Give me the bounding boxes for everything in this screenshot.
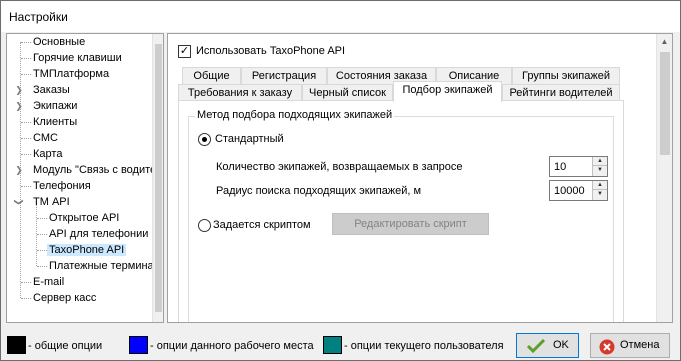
tree-items: Основные Горячие клавиши ТМПлатформа ❯ З… [7,34,152,322]
tree-item-tm-api[interactable]: ❯ ТМ API [14,194,72,210]
radio-script[interactable] [198,219,211,232]
cancel-button[interactable]: Отмена [590,333,670,358]
tab-crew-selection[interactable]: Подбор экипажей [393,81,502,102]
radio-standard[interactable] [198,133,211,146]
radio-selected-dot [202,137,207,142]
tree-item-label: СМС [33,132,58,144]
tree-item-label: Сервер касс [33,292,97,304]
tree-item-payment-terminals[interactable]: Платежные терминалы [31,258,152,274]
tab-page-crew-selection: Метод подбора подходящих экипажей Станда… [178,100,624,322]
ok-button[interactable]: OK [516,333,579,358]
window-title: Настройки [9,10,68,24]
tree-item-label: Платежные терминалы [49,260,152,272]
tree-item-label: Открытое API [49,212,120,224]
stepper-up-icon[interactable]: ▲ [593,157,607,166]
tree-item-label: Модуль "Связь с водителя [33,164,152,176]
settings-window: Настройки Основные Горячие клавиши ТМПла… [0,0,681,361]
tree-item-driver-link-module[interactable]: ❯ Модуль "Связь с водителя [15,162,152,178]
tree-item-orders[interactable]: ❯ Заказы [15,82,72,98]
legend-user-label: - опции текущего пользователя [344,340,504,352]
chevron-down-icon[interactable]: ❯ [11,197,27,207]
use-taxophone-api-checkbox[interactable]: ✓ [178,45,191,58]
tree-item-label: Карта [33,148,63,160]
tree-item-label: E-mail [33,276,65,288]
legend-workstation-label: - опции данного рабочего места [150,340,314,352]
tree-item-email[interactable]: E-mail [15,274,66,290]
tree-item-label: Заказы [33,84,70,96]
count-value[interactable]: 10 [554,161,566,173]
legend-swatch-user [323,336,342,354]
stepper-down-icon[interactable]: ▼ [593,190,607,199]
chevron-right-icon[interactable]: ❯ [14,82,24,98]
tree-item-label: ТМ API [33,196,70,208]
radius-label: Радиус поиска подходящих экипажей, м [216,185,422,197]
ok-label: OK [553,339,569,351]
tree-item-label: Экипажи [33,100,78,112]
group-title: Метод подбора подходящих экипажей [195,109,395,121]
legend-swatch-workstation [129,336,148,354]
radius-stepper[interactable]: 10000 ▲ ▼ [549,180,608,201]
cancel-icon [599,339,615,355]
use-taxophone-api-label: Использовать TaxoPhone API [196,45,346,57]
tree-item-taxophone-api[interactable]: TaxoPhone API [31,242,127,258]
tree-item-main[interactable]: Основные [15,34,87,50]
count-stepper[interactable]: 10 ▲ ▼ [549,156,608,177]
settings-tree[interactable]: Основные Горячие клавиши ТМПлатформа ❯ З… [6,33,164,323]
tree-item-label: TaxoPhone API [47,244,127,256]
stepper-down-icon[interactable]: ▼ [593,166,607,175]
count-label: Количество экипажей, возвращаемых в запр… [216,161,463,173]
tree-item-tmplatform[interactable]: ТМПлатформа [15,66,111,82]
tree-item-label: Горячие клавиши [33,52,122,64]
legend-common-label: - общие опции [28,340,103,352]
cancel-label: Отмена [620,339,660,351]
tree-scrollbar-thumb[interactable] [155,44,162,312]
tree-item-telephony-api[interactable]: API для телефонии [31,226,150,242]
edit-script-button[interactable]: Редактировать скрипт [332,213,489,235]
radio-script-label: Задается скриптом [213,219,311,231]
tree-item-clients[interactable]: Клиенты [15,114,79,130]
settings-panel: ✓ Использовать TaxoPhone API Общие Регис… [167,33,673,323]
tree-item-label: Клиенты [33,116,78,128]
radius-value[interactable]: 10000 [554,185,585,197]
chevron-right-icon[interactable]: ❯ [14,98,24,114]
scroll-up-icon[interactable]: ▲ [657,34,672,50]
stepper-up-icon[interactable]: ▲ [593,181,607,190]
tree-item-hotkeys[interactable]: Горячие клавиши [15,50,124,66]
tree-item-cash-server[interactable]: Сервер касс [15,290,98,306]
legend-swatch-common [7,336,26,354]
tree-item-label: Телефония [33,180,91,192]
panel-scrollbar[interactable]: ▲ [656,34,672,322]
tree-item-crews[interactable]: ❯ Экипажи [15,98,79,114]
check-icon [527,339,545,353]
tree-item-label: ТМПлатформа [33,68,110,80]
tree-item-open-api[interactable]: Открытое API [31,210,121,226]
tree-item-map[interactable]: Карта [15,146,64,162]
tree-item-telephony[interactable]: Телефония [15,178,93,194]
tree-item-sms[interactable]: СМС [15,130,60,146]
selection-method-group: Метод подбора подходящих экипажей Станда… [188,109,614,322]
title-bar: Настройки [1,1,680,32]
panel-scrollbar-thumb[interactable] [660,52,670,155]
radius-stepper-buttons: ▲ ▼ [592,181,607,200]
count-stepper-buttons: ▲ ▼ [592,157,607,176]
radio-standard-label: Стандартный [215,133,284,145]
tree-item-label: API для телефонии [49,228,149,240]
chevron-right-icon[interactable]: ❯ [14,162,24,178]
tree-scrollbar[interactable] [152,34,163,322]
tree-item-label: Основные [33,36,86,48]
